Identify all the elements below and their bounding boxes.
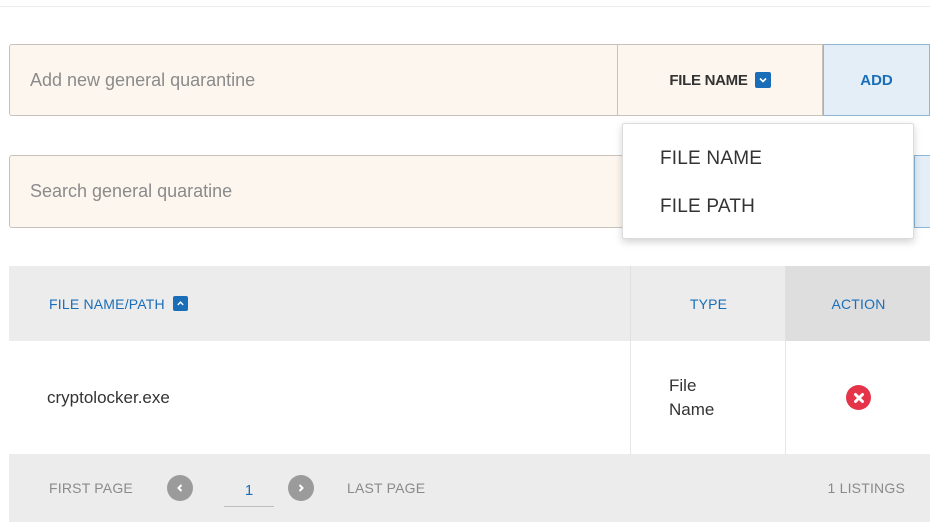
cell-action bbox=[785, 341, 930, 454]
chevron-down-icon bbox=[754, 72, 771, 88]
close-icon bbox=[853, 392, 864, 403]
chevron-up-icon[interactable] bbox=[172, 296, 188, 311]
next-page-button[interactable] bbox=[288, 475, 314, 501]
column-header-type[interactable]: TYPE bbox=[630, 266, 786, 341]
first-page-link[interactable]: FIRST PAGE bbox=[49, 454, 133, 522]
page-number-input[interactable] bbox=[224, 474, 274, 507]
type-dropdown-menu: FILE NAME FILE PATH bbox=[622, 123, 914, 239]
add-quarantine-form: FILE NAME ADD bbox=[9, 44, 930, 118]
table-header: FILE NAME/PATH TYPE ACTION bbox=[9, 266, 930, 341]
pagination: FIRST PAGE LAST PAGE 1 LISTINGS bbox=[9, 454, 930, 522]
add-button[interactable]: ADD bbox=[823, 44, 930, 116]
type-select-label: FILE NAME bbox=[669, 71, 748, 89]
cell-file: cryptolocker.exe bbox=[47, 387, 170, 407]
chevron-left-icon bbox=[177, 484, 183, 492]
column-header-file-label: FILE NAME/PATH bbox=[49, 295, 165, 312]
listings-count: 1 LISTINGS bbox=[827, 480, 905, 496]
delete-button[interactable] bbox=[846, 385, 871, 410]
chevron-right-icon bbox=[298, 484, 304, 492]
dropdown-option-file-name[interactable]: FILE NAME bbox=[660, 148, 762, 170]
table-row: cryptolocker.exe File Name bbox=[9, 341, 930, 454]
column-header-action: ACTION bbox=[785, 266, 930, 341]
last-page-link[interactable]: LAST PAGE bbox=[347, 454, 425, 522]
search-button[interactable] bbox=[914, 155, 930, 228]
cell-type-text: File Name bbox=[669, 375, 715, 419]
add-quarantine-input[interactable] bbox=[9, 44, 617, 116]
cell-type: File Name bbox=[630, 341, 785, 454]
type-select[interactable]: FILE NAME bbox=[617, 44, 823, 116]
dropdown-option-file-path[interactable]: FILE PATH bbox=[660, 196, 755, 218]
prev-page-button[interactable] bbox=[167, 475, 193, 501]
top-divider bbox=[0, 6, 930, 7]
column-header-file[interactable]: FILE NAME/PATH bbox=[49, 266, 188, 341]
